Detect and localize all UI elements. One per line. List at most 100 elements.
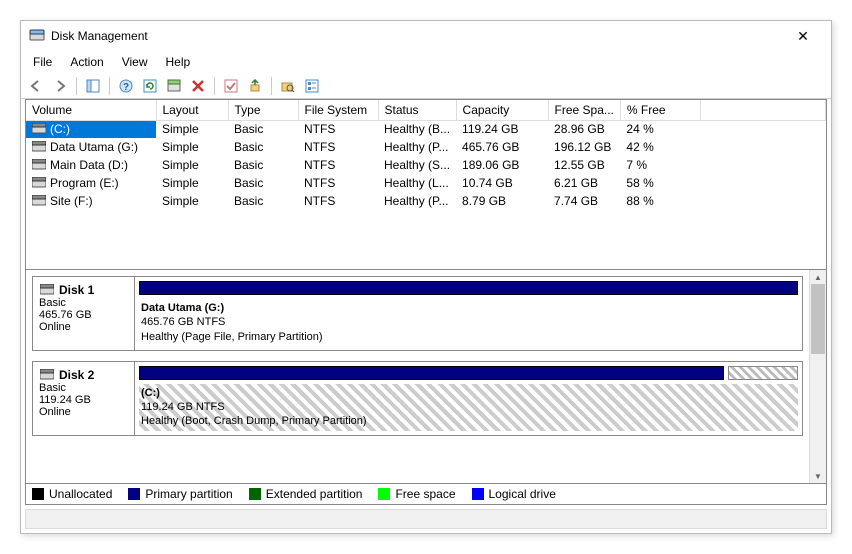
cell-fs: NTFS <box>298 156 378 174</box>
forward-button[interactable] <box>49 75 71 97</box>
disk-block[interactable]: Disk 1Basic465.76 GBOnlineData Utama (G:… <box>32 276 803 351</box>
partition-bar[interactable] <box>139 366 798 380</box>
drive-icon <box>32 159 46 171</box>
disks-pane: Disk 1Basic465.76 GBOnlineData Utama (G:… <box>26 270 826 483</box>
delete-button[interactable] <box>187 75 209 97</box>
menu-action[interactable]: Action <box>62 53 111 71</box>
volume-name: Program (E:) <box>50 176 119 190</box>
disk-state: Online <box>39 321 128 333</box>
table-row[interactable]: (C:)SimpleBasicNTFSHealthy (B...119.24 G… <box>26 120 826 138</box>
volumes-table[interactable]: Volume Layout Type File System Status Ca… <box>26 100 826 210</box>
disk-title: Disk 1 <box>59 283 94 297</box>
table-row[interactable]: Site (F:)SimpleBasicNTFSHealthy (P...8.7… <box>26 192 826 210</box>
cell-pct: 7 % <box>620 156 700 174</box>
menubar: File Action View Help <box>21 51 831 73</box>
cell-layout: Simple <box>156 138 228 156</box>
vertical-scrollbar[interactable]: ▲ ▼ <box>809 270 826 483</box>
col-volume[interactable]: Volume <box>26 100 156 120</box>
scroll-down-arrow[interactable]: ▼ <box>810 469 826 483</box>
drive-icon <box>32 177 46 189</box>
legend-extended: Extended partition <box>266 487 363 501</box>
cell-pct: 42 % <box>620 138 700 156</box>
cell-layout: Simple <box>156 192 228 210</box>
cell-fs: NTFS <box>298 120 378 138</box>
cell-fs: NTFS <box>298 192 378 210</box>
help-button[interactable]: ? <box>115 75 137 97</box>
show-hide-tree-button[interactable] <box>82 75 104 97</box>
cell-status: Healthy (P... <box>378 192 456 210</box>
cell-free: 28.96 GB <box>548 120 620 138</box>
mount-button[interactable] <box>244 75 266 97</box>
cell-capacity: 465.76 GB <box>456 138 548 156</box>
cell-capacity: 189.06 GB <box>456 156 548 174</box>
partition-size: 465.76 GB NTFS <box>141 315 796 329</box>
partition-bar[interactable] <box>139 281 798 295</box>
drive-icon <box>32 195 46 207</box>
col-filesystem[interactable]: File System <box>298 100 378 120</box>
disk-type: Basic <box>39 297 128 309</box>
partition-size: 119.24 GB NTFS <box>141 400 796 414</box>
cell-fs: NTFS <box>298 174 378 192</box>
col-type[interactable]: Type <box>228 100 298 120</box>
cell-fs: NTFS <box>298 138 378 156</box>
cell-free: 196.12 GB <box>548 138 620 156</box>
partition-name: Data Utama (G:) <box>141 301 796 315</box>
back-button[interactable] <box>25 75 47 97</box>
search-folder-button[interactable] <box>277 75 299 97</box>
cell-type: Basic <box>228 192 298 210</box>
col-free[interactable]: Free Spa... <box>548 100 620 120</box>
scroll-up-arrow[interactable]: ▲ <box>810 270 826 284</box>
svg-text:?: ? <box>123 82 129 93</box>
menu-help[interactable]: Help <box>158 53 199 71</box>
partition-status: Healthy (Boot, Crash Dump, Primary Parti… <box>141 414 796 428</box>
legend-primary: Primary partition <box>145 487 232 501</box>
table-row[interactable]: Data Utama (G:)SimpleBasicNTFSHealthy (P… <box>26 138 826 156</box>
partition-info[interactable]: (C:)119.24 GB NTFSHealthy (Boot, Crash D… <box>139 384 798 431</box>
legend-swatch-primary <box>128 488 140 500</box>
close-button[interactable]: ✕ <box>783 28 823 45</box>
menu-file[interactable]: File <box>25 53 60 71</box>
cell-layout: Simple <box>156 120 228 138</box>
col-blank[interactable] <box>700 100 825 120</box>
cell-free: 6.21 GB <box>548 174 620 192</box>
table-row[interactable]: Main Data (D:)SimpleBasicNTFSHealthy (S.… <box>26 156 826 174</box>
partition-name: (C:) <box>141 386 796 400</box>
volume-name: Data Utama (G:) <box>50 140 138 154</box>
legend-swatch-free <box>378 488 390 500</box>
properties-button[interactable] <box>301 75 323 97</box>
col-pct[interactable]: % Free <box>620 100 700 120</box>
statusbar <box>25 509 827 529</box>
cell-capacity: 10.74 GB <box>456 174 548 192</box>
col-layout[interactable]: Layout <box>156 100 228 120</box>
toolbar: ? <box>21 73 831 99</box>
refresh-button[interactable] <box>139 75 161 97</box>
disk-block[interactable]: Disk 2Basic119.24 GBOnline(C:)119.24 GB … <box>32 361 803 436</box>
cell-pct: 24 % <box>620 120 700 138</box>
cell-status: Healthy (S... <box>378 156 456 174</box>
content-area: Volume Layout Type File System Status Ca… <box>25 99 827 505</box>
legend-logical: Logical drive <box>489 487 556 501</box>
menu-view[interactable]: View <box>114 53 156 71</box>
rescan-button[interactable] <box>163 75 185 97</box>
disk-state: Online <box>39 406 128 418</box>
volumes-pane: Volume Layout Type File System Status Ca… <box>26 100 826 270</box>
cell-capacity: 8.79 GB <box>456 192 548 210</box>
cell-status: Healthy (L... <box>378 174 456 192</box>
col-status[interactable]: Status <box>378 100 456 120</box>
disk-partitions: Data Utama (G:)465.76 GB NTFSHealthy (Pa… <box>135 277 802 350</box>
disk-type: Basic <box>39 382 128 394</box>
partition-info[interactable]: Data Utama (G:)465.76 GB NTFSHealthy (Pa… <box>139 299 798 346</box>
partition-status: Healthy (Page File, Primary Partition) <box>141 330 796 344</box>
disk-title: Disk 2 <box>59 368 94 382</box>
legend-swatch-logical <box>472 488 484 500</box>
cell-status: Healthy (B... <box>378 120 456 138</box>
legend-swatch-extended <box>249 488 261 500</box>
scroll-thumb[interactable] <box>811 284 825 354</box>
cell-status: Healthy (P... <box>378 138 456 156</box>
window-title: Disk Management <box>51 29 783 43</box>
check-button[interactable] <box>220 75 242 97</box>
volume-name: (C:) <box>50 122 70 136</box>
table-row[interactable]: Program (E:)SimpleBasicNTFSHealthy (L...… <box>26 174 826 192</box>
col-capacity[interactable]: Capacity <box>456 100 548 120</box>
disk-partitions: (C:)119.24 GB NTFSHealthy (Boot, Crash D… <box>135 362 802 435</box>
